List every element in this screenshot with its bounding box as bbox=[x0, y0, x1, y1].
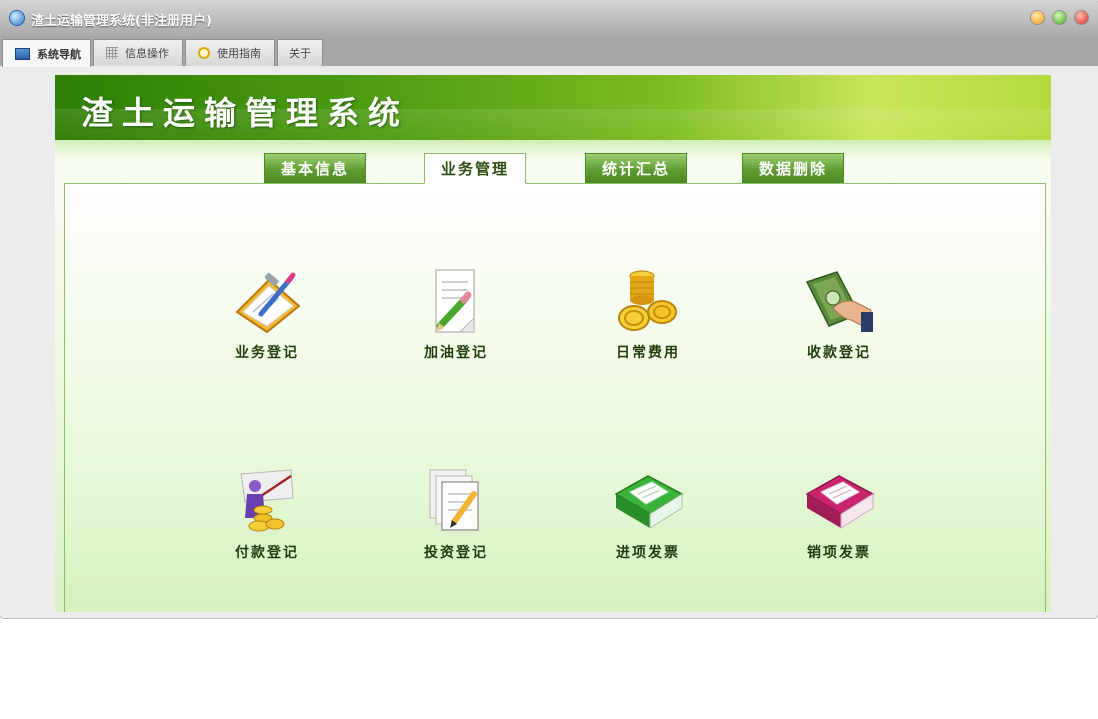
item-label: 销项发票 bbox=[807, 545, 871, 561]
item-label: 进项发票 bbox=[616, 545, 680, 561]
item-label: 加油登记 bbox=[424, 345, 488, 361]
function-panel: 业务登记 加油登记 日常费用 收款登记 付款登记 投资登记 进项发票 销项发票 bbox=[64, 183, 1046, 612]
banner: 渣土运输管理系统 bbox=[55, 75, 1051, 140]
input-invoice-button[interactable]: 进项发票 bbox=[588, 468, 708, 578]
nav-tab-business-mgmt[interactable]: 业务管理 bbox=[424, 153, 526, 184]
papers-pencil-icon bbox=[429, 469, 479, 531]
person-coins-icon bbox=[240, 469, 294, 532]
item-label: 日常费用 bbox=[616, 345, 680, 361]
nav-tab-data-delete[interactable]: 数据删除 bbox=[742, 153, 844, 183]
app-window: 渣土运输管理系统(非注册用户) 系统导航 信息操作 使用指南 关于 渣土运输管理… bbox=[0, 0, 1098, 618]
nav-tab-statistics[interactable]: 统计汇总 bbox=[585, 153, 687, 183]
tab-about[interactable]: 关于 bbox=[277, 39, 323, 66]
banner-title: 渣土运输管理系统 bbox=[81, 94, 410, 132]
payment-register-button[interactable]: 付款登记 bbox=[207, 468, 327, 578]
close-button[interactable] bbox=[1075, 11, 1088, 24]
main-content: 渣土运输管理系统 基本信息 业务管理 统计汇总 数据删除 业务登记 加油登记 日… bbox=[55, 75, 1051, 612]
document-pencil-icon bbox=[435, 269, 475, 333]
window-title: 渣土运输管理系统(非注册用户) bbox=[31, 14, 212, 29]
coins-icon bbox=[618, 270, 677, 331]
item-label: 投资登记 bbox=[424, 545, 488, 561]
investment-register-button[interactable]: 投资登记 bbox=[396, 468, 516, 578]
tab-user-guide[interactable]: 使用指南 bbox=[185, 39, 275, 66]
tab-info-ops[interactable]: 信息操作 bbox=[93, 39, 183, 66]
nav-tab-basic-info[interactable]: 基本信息 bbox=[264, 153, 366, 183]
grid-icon bbox=[106, 47, 118, 59]
clipboard-pen-icon bbox=[235, 272, 301, 334]
app-logo-icon bbox=[10, 11, 24, 25]
title-bar[interactable]: 渣土运输管理系统(非注册用户) bbox=[0, 0, 1098, 37]
tab-label: 关于 bbox=[289, 47, 311, 60]
item-label: 收款登记 bbox=[807, 345, 871, 361]
minimize-button[interactable] bbox=[1031, 11, 1044, 24]
top-tab-bar: 系统导航 信息操作 使用指南 关于 bbox=[0, 37, 1098, 67]
maximize-button[interactable] bbox=[1053, 11, 1066, 24]
daily-expense-button[interactable]: 日常费用 bbox=[588, 268, 708, 378]
tab-label: 使用指南 bbox=[217, 47, 261, 60]
collection-register-button[interactable]: 收款登记 bbox=[779, 268, 899, 378]
fuel-register-button[interactable]: 加油登记 bbox=[396, 268, 516, 378]
item-label: 付款登记 bbox=[235, 545, 299, 561]
item-label: 业务登记 bbox=[235, 345, 299, 361]
red-book-icon bbox=[805, 475, 875, 529]
green-book-icon bbox=[614, 475, 684, 529]
banner-shadow bbox=[55, 140, 1051, 158]
tab-system-nav[interactable]: 系统导航 bbox=[2, 39, 91, 67]
output-invoice-button[interactable]: 销项发票 bbox=[779, 468, 899, 578]
business-register-button[interactable]: 业务登记 bbox=[207, 268, 327, 378]
guide-icon bbox=[198, 47, 210, 59]
money-hand-icon bbox=[805, 271, 873, 332]
monitor-icon bbox=[15, 47, 30, 60]
tab-label: 信息操作 bbox=[125, 47, 169, 60]
tab-label: 系统导航 bbox=[37, 47, 81, 61]
